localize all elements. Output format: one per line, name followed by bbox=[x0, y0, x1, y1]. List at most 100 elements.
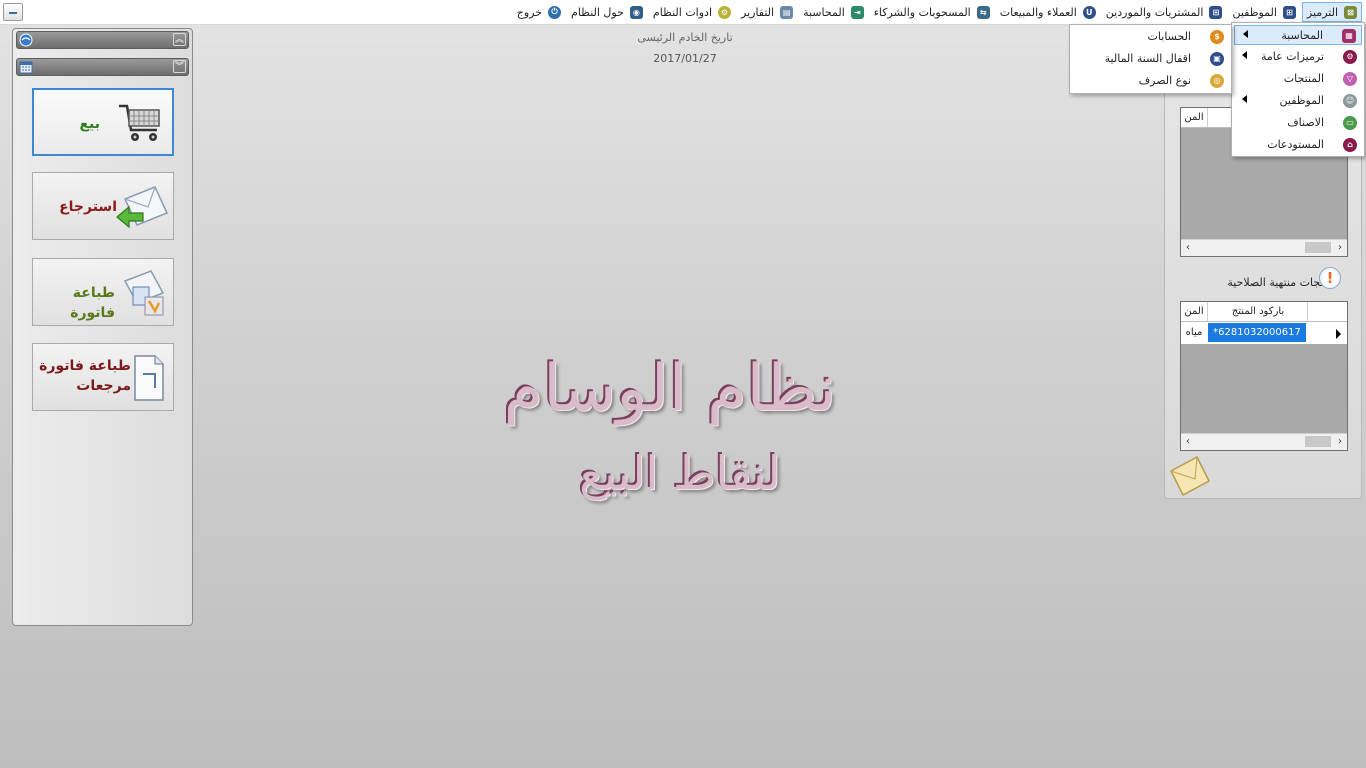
general-codes-icon: ⚙ bbox=[1343, 50, 1357, 64]
grid-header-product: المن bbox=[1184, 306, 1204, 317]
grid-header-barcode: باركود المنتج bbox=[1207, 302, 1308, 321]
server-date-label: تاريخ الخادم الرئيسى bbox=[637, 31, 733, 44]
dropdown-item-accounts[interactable]: $ الحسابات bbox=[1072, 27, 1229, 47]
menu-employees[interactable]: ⊞ الموظفين bbox=[1228, 2, 1299, 22]
dropdown-item-label: ترميزات عامة bbox=[1260, 50, 1324, 63]
menu-customers[interactable]: U العملاء والمبيعات bbox=[996, 2, 1100, 22]
print-returns-label-line1: طباعة فاتورة bbox=[39, 358, 131, 374]
grid-header-product: المن bbox=[1184, 112, 1204, 123]
quick-actions-panel: ︽ ︾ بيع استرجاع طباعة فاتورة طباعة فاتور… bbox=[12, 28, 193, 626]
grid-header: المن باركود المنتج bbox=[1181, 302, 1347, 322]
menu-label: الموظفين bbox=[1232, 5, 1277, 19]
menu-label: ادوات النظام bbox=[652, 5, 712, 19]
accounting-dropdown: $ الحسابات ▣ اقفال السنة المالية ◎ نوع ا… bbox=[1069, 24, 1232, 94]
dropdown-item-fiscal-close[interactable]: ▣ اقفال السنة المالية bbox=[1072, 49, 1229, 69]
accounting-icon: ⇥ bbox=[850, 5, 864, 19]
menubar: ⊠ الترميز ⊞ الموظفين ⊞ المشتريات والمورد… bbox=[0, 0, 1366, 25]
scroll-left-icon[interactable]: ‹ bbox=[1181, 240, 1195, 256]
expired-products-grid[interactable]: المن باركود المنتج مياه *6281032000617 ‹… bbox=[1180, 301, 1348, 451]
scroll-thumb[interactable] bbox=[1305, 436, 1331, 447]
window-minimize-button[interactable] bbox=[3, 3, 23, 21]
collapse-icon[interactable]: ︽ bbox=[173, 33, 186, 46]
print-returns-invoice-button[interactable]: طباعة فاتورة مرجعات bbox=[32, 343, 174, 411]
expand-icon[interactable]: ︾ bbox=[173, 60, 186, 73]
panel-subheader-bar: ︾ bbox=[16, 58, 189, 76]
employees-icon: ☺ bbox=[1343, 94, 1357, 108]
customers-icon: U bbox=[1082, 5, 1096, 19]
logo-title: نظام الوسام bbox=[503, 352, 837, 426]
menu-label: المحاسبة bbox=[803, 5, 845, 19]
return-button[interactable]: استرجاع bbox=[32, 172, 174, 240]
menu-label: التقارير bbox=[741, 5, 775, 19]
return-label: استرجاع bbox=[59, 199, 117, 215]
dropdown-item-products[interactable]: ▽ المنتجات bbox=[1234, 69, 1362, 89]
return-envelope-icon bbox=[116, 186, 169, 229]
print-returns-label: طباعة فاتورة مرجعات bbox=[39, 356, 131, 396]
submenu-arrow-icon bbox=[1242, 95, 1247, 103]
grid-header-selector bbox=[1307, 302, 1348, 321]
expired-products-title: منتجات منتهية الصلاحية bbox=[1227, 276, 1333, 289]
scroll-left-icon[interactable]: ‹ bbox=[1181, 434, 1195, 450]
menu-withdrawals[interactable]: ⇆ المسحوبات والشركاء bbox=[870, 2, 994, 22]
coding-dropdown: ▦ المحاسبة ⚙ ترميزات عامة ▽ المنتجات ☺ ا… bbox=[1231, 22, 1365, 157]
sell-button[interactable]: بيع bbox=[32, 88, 174, 156]
horizontal-scrollbar[interactable]: ‹ › bbox=[1181, 239, 1347, 256]
dropdown-item-label: المنتجات bbox=[1283, 72, 1324, 85]
menu-about[interactable]: ◉ حول النظام bbox=[567, 2, 647, 22]
purchases-icon: ⊞ bbox=[1209, 5, 1223, 19]
menu-label: المشتريات والموردين bbox=[1105, 5, 1204, 19]
menu-reports[interactable]: ▤ التقارير bbox=[737, 2, 797, 22]
exit-icon: ⏻ bbox=[548, 5, 562, 19]
dropdown-item-label: الموظفين bbox=[1279, 94, 1324, 107]
dropdown-item-warehouses[interactable]: ⌂ المستودعات bbox=[1234, 135, 1362, 155]
menu-accounting[interactable]: ⇥ المحاسبة bbox=[799, 2, 868, 22]
scroll-thumb[interactable] bbox=[1305, 242, 1331, 253]
coding-icon: ⊠ bbox=[1344, 5, 1357, 19]
dropdown-item-employees[interactable]: ☺ الموظفين bbox=[1234, 91, 1362, 111]
print-invoice-label: طباعة فاتورة bbox=[70, 285, 115, 321]
submenu-arrow-icon bbox=[1242, 51, 1247, 59]
dropdown-item-accounting[interactable]: ▦ المحاسبة bbox=[1234, 25, 1362, 45]
menu-coding[interactable]: ⊠ الترميز bbox=[1301, 2, 1362, 22]
dropdown-item-exchange-type[interactable]: ◎ نوع الصرف bbox=[1072, 71, 1229, 91]
shopping-cart-icon bbox=[119, 104, 160, 141]
panel-header-bar: ︽ bbox=[16, 31, 189, 49]
globe-icon bbox=[19, 33, 33, 47]
menu-tools[interactable]: ⚙ ادوات النظام bbox=[649, 2, 735, 22]
menu-exit[interactable]: ⏻ خروج bbox=[513, 2, 565, 22]
fiscal-close-icon: ▣ bbox=[1210, 52, 1224, 66]
table-row[interactable]: مياه *6281032000617 bbox=[1181, 322, 1347, 344]
print-invoice-button[interactable]: طباعة فاتورة bbox=[32, 258, 174, 326]
tools-icon: ⚙ bbox=[718, 5, 731, 19]
dropdown-item-label: المستودعات bbox=[1267, 138, 1324, 151]
submenu-arrow-icon bbox=[1243, 30, 1248, 38]
about-icon: ◉ bbox=[629, 5, 643, 19]
scroll-right-icon[interactable]: › bbox=[1333, 240, 1347, 256]
menu-items: ⊠ الترميز ⊞ الموظفين ⊞ المشتريات والمورد… bbox=[511, 0, 1362, 24]
menu-label: حول النظام bbox=[571, 5, 624, 19]
reports-icon: ▤ bbox=[780, 5, 794, 19]
calendar-icon bbox=[19, 61, 33, 74]
document-icon bbox=[134, 355, 164, 401]
server-date: 2017/01/27 bbox=[653, 52, 717, 65]
horizontal-scrollbar[interactable]: ‹ › bbox=[1181, 433, 1347, 450]
exchange-type-icon: ◎ bbox=[1210, 74, 1224, 88]
print-envelope-icon bbox=[123, 270, 165, 316]
row-selector-icon bbox=[1336, 329, 1341, 339]
menu-label: خروج bbox=[516, 5, 543, 19]
accounts-icon: $ bbox=[1210, 30, 1224, 44]
envelope-icon[interactable] bbox=[1167, 453, 1213, 497]
row-barcode-cell[interactable]: *6281032000617 bbox=[1208, 323, 1306, 342]
accounting-icon: ▦ bbox=[1342, 29, 1356, 43]
warehouses-icon: ⌂ bbox=[1343, 138, 1357, 152]
dropdown-item-categories[interactable]: ▭ الاصناف bbox=[1234, 113, 1362, 133]
dropdown-item-label: اقفال السنة المالية bbox=[1104, 52, 1191, 65]
products-icon: ▽ bbox=[1343, 72, 1357, 86]
menu-label: المسحوبات والشركاء bbox=[873, 5, 971, 19]
logo-subtitle: لنقاط البيع bbox=[579, 446, 781, 500]
print-returns-label-line2: مرجعات bbox=[76, 378, 131, 394]
sell-label: بيع bbox=[79, 116, 100, 132]
scroll-right-icon[interactable]: › bbox=[1333, 434, 1347, 450]
dropdown-item-general-codes[interactable]: ⚙ ترميزات عامة bbox=[1234, 47, 1362, 67]
menu-purchases[interactable]: ⊞ المشتريات والموردين bbox=[1102, 2, 1227, 22]
